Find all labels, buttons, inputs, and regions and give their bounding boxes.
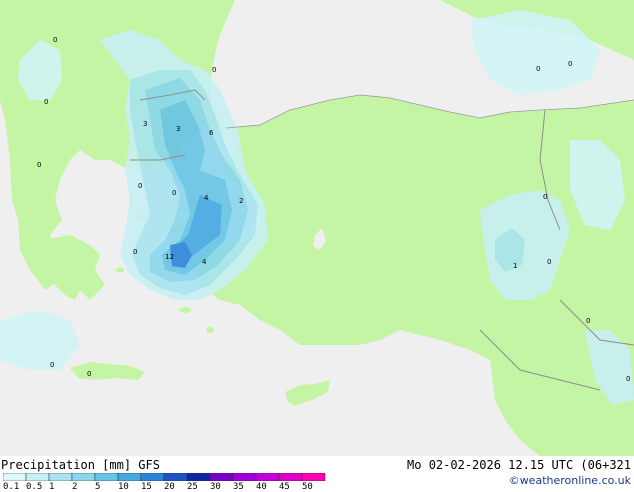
legend-label: 10 (118, 482, 129, 492)
legend-swatch (209, 473, 234, 481)
legend-swatch (255, 473, 280, 481)
legend-label: 0.1 (3, 482, 20, 492)
legend-label: 50 (302, 482, 313, 492)
legend-label: 15 (141, 482, 152, 492)
map-value-label: 0 (133, 248, 137, 256)
map-value-label: 3 (176, 125, 180, 133)
map-value-label: 0 (44, 98, 48, 106)
legend-label: 30 (210, 482, 221, 492)
map-value-label: 3 (143, 120, 147, 128)
map-value-label: 0 (586, 317, 590, 325)
legend-labels: 0.1 0.5 1 2 5 10 15 20 25 30 35 40 45 50 (0, 482, 340, 492)
legend-swatch (117, 473, 142, 481)
legend-label: 2 (72, 482, 78, 492)
credit-link[interactable]: ©weatheronline.co.uk (509, 474, 631, 487)
legend-swatch (48, 473, 73, 481)
legend-label: 1 (49, 482, 55, 492)
legend-swatch (140, 473, 165, 481)
legend-swatch (3, 473, 27, 481)
legend-swatch (163, 473, 188, 481)
map-value-label: 0 (87, 370, 91, 378)
map-title: Precipitation [mm] GFS (1, 458, 160, 472)
legend-label: 5 (95, 482, 101, 492)
map-value-label: 0 (568, 60, 572, 68)
map-value-label: 6 (209, 129, 214, 137)
forecast-datetime: Mo 02-02-2026 12.15 UTC (06+321 (407, 458, 631, 472)
map-value-label: 2 (239, 197, 243, 205)
legend-swatch (232, 473, 257, 481)
map-value-label: 0 (212, 66, 216, 74)
map-value-label: 0 (37, 161, 41, 169)
map-value-label: 0 (547, 258, 551, 266)
legend-label: 25 (187, 482, 198, 492)
legend-swatch (186, 473, 211, 481)
legend-label: 45 (279, 482, 290, 492)
precipitation-map: 0 0 0 0 3 3 6 0 0 4 2 0 12 4 0 0 0 0 0 1… (0, 0, 634, 456)
map-value-label: 0 (626, 375, 630, 383)
map-value-label: 4 (202, 258, 207, 266)
legend-swatch (25, 473, 50, 481)
legend-label: 35 (233, 482, 244, 492)
map-value-label: 0 (53, 36, 57, 44)
map-value-label: 12 (165, 253, 174, 261)
map-value-label: 0 (172, 189, 176, 197)
footer: Precipitation [mm] GFS Mo 02-02-2026 12.… (0, 456, 634, 492)
legend-label: 40 (256, 482, 267, 492)
map-value-label: 0 (138, 182, 142, 190)
map-value-label: 1 (513, 262, 517, 270)
legend-swatch (278, 473, 303, 481)
legend-swatch (71, 473, 96, 481)
map-value-label: 0 (50, 361, 54, 369)
legend-swatch (94, 473, 119, 481)
legend-color-bar (3, 473, 326, 481)
legend-label: 20 (164, 482, 175, 492)
legend-swatch (301, 473, 326, 481)
map-value-label: 0 (536, 65, 540, 73)
map-value-label: 0 (543, 193, 547, 201)
legend-label: 0.5 (26, 482, 43, 492)
map-value-label: 4 (204, 194, 209, 202)
